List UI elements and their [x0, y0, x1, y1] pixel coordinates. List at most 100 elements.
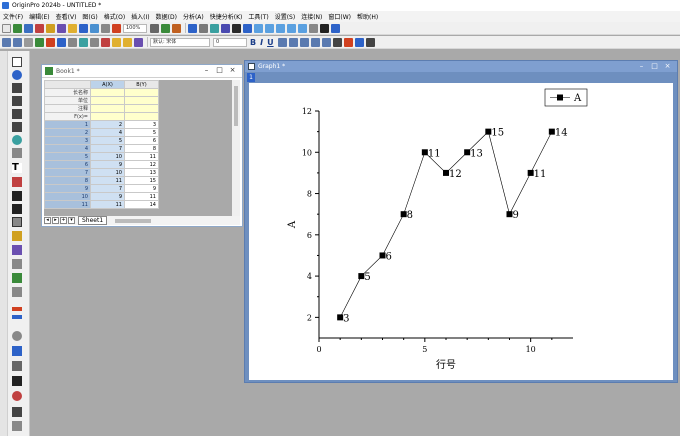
workbook-titlebar[interactable]: Book1 * – □ ×: [42, 65, 242, 78]
table-row[interactable]: 5 10 11: [44, 152, 159, 161]
meta-row-header[interactable]: 单位: [44, 96, 91, 105]
dark-mode-icon[interactable]: [320, 23, 329, 33]
fill-color-icon[interactable]: [343, 37, 353, 47]
new-workbook-icon[interactable]: [13, 23, 22, 33]
meta-row-header[interactable]: 注释: [44, 104, 91, 113]
meta-cell[interactable]: [90, 104, 125, 113]
first-sheet-button[interactable]: ◂: [44, 217, 51, 224]
arrow-forward-icon[interactable]: [13, 37, 22, 47]
line-color-icon[interactable]: [354, 37, 364, 47]
cell-a[interactable]: 11: [90, 176, 125, 185]
meta-row-header[interactable]: 长名称: [44, 88, 91, 97]
object-manager-icon[interactable]: [12, 361, 22, 371]
meta-row[interactable]: F(x)=: [44, 112, 159, 121]
table-row[interactable]: 979: [44, 184, 159, 193]
data-selector-tool-icon[interactable]: [12, 122, 22, 132]
menu-connect[interactable]: 连接(N): [301, 12, 322, 21]
cell-a[interactable]: 7: [90, 184, 125, 193]
row-header[interactable]: 6: [44, 160, 91, 169]
axis-icon[interactable]: [79, 37, 88, 47]
line-plot-icon[interactable]: [254, 23, 263, 33]
font-grow-icon[interactable]: [310, 37, 320, 47]
export-icon[interactable]: [161, 23, 170, 33]
graph-titlebar[interactable]: Graph1 * – □ ×: [245, 61, 677, 72]
table-row[interactable]: 245: [44, 128, 159, 137]
curved-arrow-icon[interactable]: [12, 204, 22, 214]
save-template-icon[interactable]: [90, 23, 99, 33]
meta-cell[interactable]: [124, 104, 159, 113]
worksheet-horizontal-scrollbar[interactable]: [115, 218, 152, 223]
image-tool-icon[interactable]: [12, 259, 22, 269]
data-reader-icon[interactable]: [12, 96, 22, 106]
color-bar-blue-icon[interactable]: [12, 315, 22, 319]
zoom-tool-icon[interactable]: [12, 70, 22, 80]
italic-button[interactable]: I: [260, 38, 263, 47]
side-panel-tabs[interactable]: [0, 51, 8, 436]
font-shrink-icon[interactable]: [321, 37, 331, 47]
graph-window[interactable]: Graph1 * – □ × 1 0 5 10 2 4 6 8 10 12 行号 A 3 5 6 8 11 12…: [244, 60, 678, 383]
menu-format[interactable]: 格式(O): [104, 12, 125, 21]
mask-tool-icon[interactable]: [12, 135, 22, 145]
paste-icon[interactable]: [123, 37, 132, 47]
new-matrix-icon[interactable]: [35, 23, 44, 33]
cell-a[interactable]: 11: [90, 200, 125, 209]
cell-a[interactable]: 5: [90, 136, 125, 145]
underline-button[interactable]: U: [267, 38, 274, 47]
add-column-icon[interactable]: [243, 23, 252, 33]
row-header[interactable]: 5: [44, 152, 91, 161]
row-header[interactable]: 4: [44, 144, 91, 153]
add-sheet-button[interactable]: +: [60, 217, 67, 224]
cell-b[interactable]: 13: [124, 168, 159, 177]
menu-window[interactable]: 窗口(W): [328, 12, 351, 21]
code-builder-icon[interactable]: [210, 23, 219, 33]
grid-icon[interactable]: [12, 407, 22, 417]
subscript-icon[interactable]: [288, 37, 298, 47]
scatter-plot-icon[interactable]: [265, 23, 274, 33]
undo-icon[interactable]: [134, 37, 143, 47]
menu-settings[interactable]: 设置(S): [275, 12, 296, 21]
row-header[interactable]: 3: [44, 136, 91, 145]
menu-tools[interactable]: 工具(T): [248, 12, 268, 21]
minimize-icon[interactable]: –: [635, 62, 648, 70]
superscript-icon[interactable]: [277, 37, 287, 47]
insert-graph-icon[interactable]: [12, 273, 22, 283]
meta-cell[interactable]: [90, 88, 125, 97]
refresh-icon[interactable]: [172, 23, 181, 33]
cell-b[interactable]: 5: [124, 128, 159, 137]
open-icon[interactable]: [68, 23, 77, 33]
row-header[interactable]: 8: [44, 176, 91, 185]
annotation-tool-icon[interactable]: [12, 177, 22, 187]
menu-graph[interactable]: 图(G): [82, 12, 97, 21]
row-header[interactable]: 10: [44, 192, 91, 201]
results-log-icon[interactable]: [199, 23, 208, 33]
rescale-icon[interactable]: [35, 37, 44, 47]
cut-icon[interactable]: [24, 37, 33, 47]
row-header[interactable]: 7: [44, 168, 91, 177]
sheet-list-button[interactable]: ▾: [68, 217, 75, 224]
cell-b[interactable]: 12: [124, 160, 159, 169]
font-family-select[interactable]: 默认: 宋体: [150, 37, 210, 47]
next-sheet-button[interactable]: ▸: [52, 217, 59, 224]
record-icon[interactable]: [12, 391, 22, 401]
menu-insert[interactable]: 插入(I): [131, 12, 149, 21]
table-row[interactable]: 11 11 14: [44, 200, 159, 209]
close-icon[interactable]: ×: [661, 62, 674, 70]
save-icon[interactable]: [79, 23, 88, 33]
cell-a[interactable]: 9: [90, 160, 125, 169]
zoom-field[interactable]: 100%: [123, 23, 147, 33]
text-tool-icon[interactable]: T: [12, 163, 22, 173]
cell-b[interactable]: 15: [124, 176, 159, 185]
zoom-in-icon[interactable]: [57, 37, 66, 47]
minimize-icon[interactable]: –: [200, 66, 213, 74]
cell-b[interactable]: 8: [124, 144, 159, 153]
copy-icon[interactable]: [112, 37, 121, 47]
cell-a[interactable]: 10: [90, 152, 125, 161]
meta-cell[interactable]: [90, 96, 125, 105]
circle-tool-icon[interactable]: [12, 331, 22, 341]
line-width-icon[interactable]: [365, 37, 375, 47]
histogram-icon[interactable]: [298, 23, 307, 33]
sigma-icon[interactable]: [232, 23, 241, 33]
arrow-back-icon[interactable]: [2, 37, 11, 47]
print-icon[interactable]: [150, 23, 159, 33]
cell-a[interactable]: 4: [90, 128, 125, 137]
